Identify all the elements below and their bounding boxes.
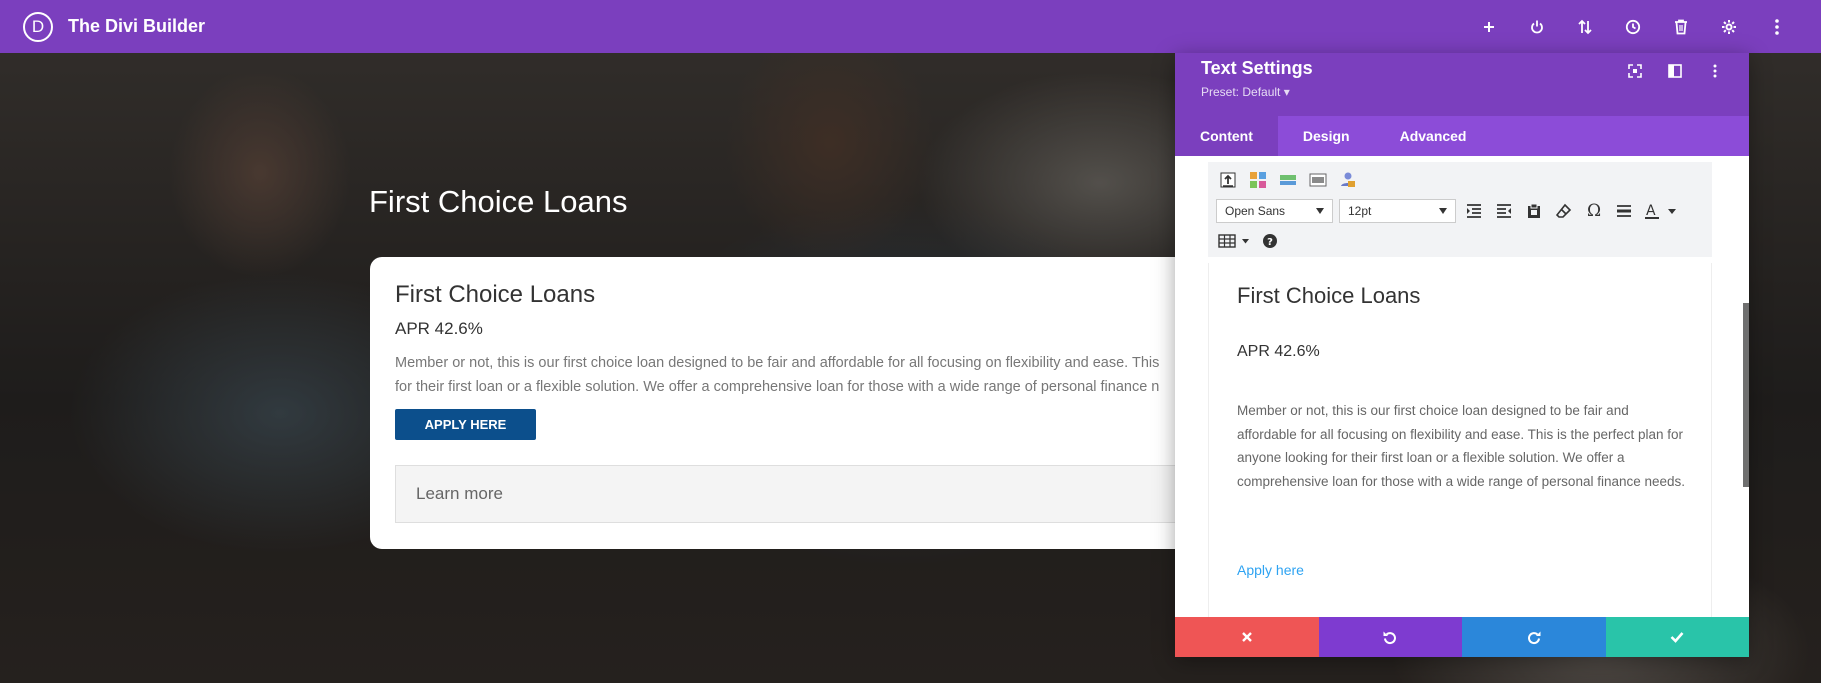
logo-letter: D: [31, 16, 45, 36]
app-title: The Divi Builder: [68, 16, 206, 36]
modal-body: Open Sans 12pt Ω A ? First Choice Loans …: [1175, 156, 1749, 620]
divi-logo[interactable]: D: [23, 11, 53, 42]
upload-icon[interactable]: [1216, 168, 1240, 192]
eraser-icon[interactable]: [1552, 199, 1576, 223]
toolbar-row-3: ?: [1216, 229, 1288, 253]
table-icon[interactable]: [1216, 229, 1252, 253]
card-description: Member or not, this is our first choice …: [395, 351, 1200, 399]
shortcodes-icon[interactable]: [1246, 168, 1270, 192]
horizontal-line-icon[interactable]: [1612, 199, 1636, 223]
svg-text:?: ?: [1267, 237, 1273, 248]
font-family-value: Open Sans: [1225, 204, 1286, 218]
redo-icon: [1527, 631, 1541, 645]
outdent-icon[interactable]: [1492, 199, 1516, 223]
modal-more-icon[interactable]: [1695, 61, 1735, 81]
save-button[interactable]: [1605, 617, 1749, 657]
checkmark-icon: [1670, 632, 1684, 643]
dock-sidebar-icon[interactable]: [1655, 61, 1695, 81]
button-icon[interactable]: [1276, 168, 1300, 192]
cancel-button[interactable]: [1175, 617, 1319, 657]
editor-toolbar: Open Sans 12pt Ω A ?: [1208, 162, 1712, 257]
close-icon: [1241, 632, 1252, 642]
font-chevron-down-icon: [1316, 208, 1324, 214]
more-icon[interactable]: [1753, 0, 1801, 53]
loan-card[interactable]: First Choice Loans APR 42.6% Member or n…: [370, 257, 1200, 549]
card-title: First Choice Loans: [395, 281, 596, 308]
font-size-value: 12pt: [1348, 204, 1372, 218]
toolbar-row-2: Open Sans 12pt Ω A: [1216, 199, 1686, 223]
font-family-select[interactable]: Open Sans: [1216, 199, 1333, 223]
fullscreen-icon[interactable]: [1615, 61, 1655, 81]
undo-button[interactable]: [1318, 617, 1462, 657]
text-color-icon[interactable]: A: [1642, 199, 1680, 223]
redo-button[interactable]: [1462, 617, 1606, 657]
paste-icon[interactable]: [1522, 199, 1546, 223]
toolbar-row-1: [1216, 168, 1366, 192]
modal-scrollbar[interactable]: [1743, 303, 1749, 487]
special-character-icon[interactable]: Ω: [1582, 199, 1606, 223]
svg-text:A: A: [1646, 203, 1656, 219]
editor-apply-link[interactable]: Apply here: [1237, 562, 1304, 578]
editor-apr: APR 42.6%: [1237, 343, 1320, 360]
modal-footer: [1175, 617, 1749, 657]
power-icon[interactable]: [1513, 0, 1561, 53]
hero-title: First Choice Loans: [369, 184, 628, 219]
learn-more-label: Learn more: [416, 484, 503, 503]
apply-here-button[interactable]: APPLY HERE: [395, 409, 536, 440]
modal-header: Text Settings Preset: Default ▾: [1175, 53, 1749, 116]
history-icon[interactable]: [1609, 0, 1657, 53]
preset-dropdown[interactable]: Preset: Default ▾: [1201, 85, 1290, 99]
tab-design[interactable]: Design: [1278, 116, 1375, 156]
plus-icon[interactable]: [1465, 0, 1513, 53]
top-actions: [1465, 0, 1801, 53]
trash-icon[interactable]: [1657, 0, 1705, 53]
rich-text-editor[interactable]: First Choice Loans APR 42.6% Member or n…: [1208, 263, 1712, 620]
indent-icon[interactable]: [1462, 199, 1486, 223]
divider-icon[interactable]: [1306, 168, 1330, 192]
card-desc-line-1: Member or not, this is our first choice …: [395, 355, 1160, 371]
font-size-select[interactable]: 12pt: [1339, 199, 1456, 223]
tab-advanced[interactable]: Advanced: [1375, 116, 1492, 156]
modal-tabs: Content Design Advanced: [1175, 116, 1749, 156]
modal-title: Text Settings: [1201, 58, 1313, 78]
gear-icon[interactable]: [1705, 0, 1753, 53]
help-icon[interactable]: ?: [1258, 229, 1282, 253]
editor-description: Member or not, this is our first choice …: [1237, 403, 1686, 489]
undo-icon: [1383, 631, 1397, 645]
card-apr: APR 42.6%: [395, 319, 483, 338]
modal-header-icons: [1615, 61, 1735, 81]
card-desc-line-2: for their first loan or a flexible solut…: [395, 379, 1160, 395]
text-settings-modal: Text Settings Preset: Default ▾ Content …: [1175, 53, 1749, 657]
user-lock-icon[interactable]: [1336, 168, 1360, 192]
builder-top-bar: D The Divi Builder: [0, 0, 1821, 53]
sort-icon[interactable]: [1561, 0, 1609, 53]
learn-more-toggle[interactable]: Learn more: [395, 465, 1200, 523]
size-chevron-down-icon: [1439, 208, 1447, 214]
editor-heading: First Choice Loans: [1237, 283, 1421, 308]
tab-content[interactable]: Content: [1175, 116, 1278, 156]
